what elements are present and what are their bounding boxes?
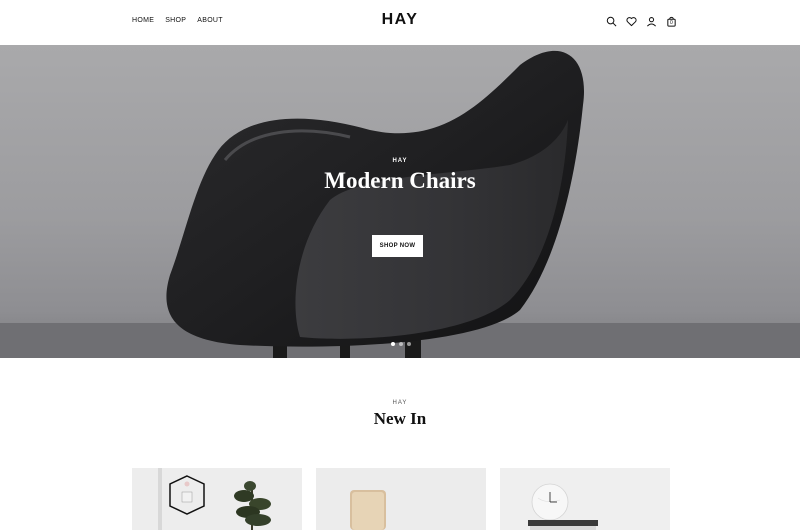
slider-dot[interactable] xyxy=(391,342,395,346)
cart-count-badge: 0 xyxy=(670,20,673,26)
product-image xyxy=(132,468,302,530)
search-icon[interactable] xyxy=(606,16,617,27)
product-card-candle-holder[interactable] xyxy=(132,468,302,530)
user-icon[interactable] xyxy=(646,16,657,27)
new-in-title: New In xyxy=(373,409,427,428)
slider-dots xyxy=(391,342,411,346)
heart-icon[interactable] xyxy=(626,16,637,27)
cart-icon[interactable]: 0 xyxy=(666,16,677,27)
product-image xyxy=(316,468,486,530)
hero-title: Modern Chairs xyxy=(324,168,476,193)
new-in-overline: HAY xyxy=(392,400,408,406)
shop-now-button[interactable]: SHOP NOW xyxy=(372,235,423,257)
hero-overline: HAY xyxy=(392,158,408,164)
product-card-mirror[interactable] xyxy=(316,468,486,530)
slider-dot[interactable] xyxy=(399,342,403,346)
hero-banner: HAY Modern Chairs SHOP NOW xyxy=(0,45,800,358)
chair-image xyxy=(166,50,585,358)
slider-dot[interactable] xyxy=(407,342,411,346)
header-icons: 0 xyxy=(606,16,677,27)
site-logo[interactable]: HAY xyxy=(0,11,800,29)
product-image xyxy=(500,468,670,530)
product-card-clock[interactable] xyxy=(500,468,670,530)
site-header: HOME SHOP ABOUT HAY 0 xyxy=(0,0,800,45)
